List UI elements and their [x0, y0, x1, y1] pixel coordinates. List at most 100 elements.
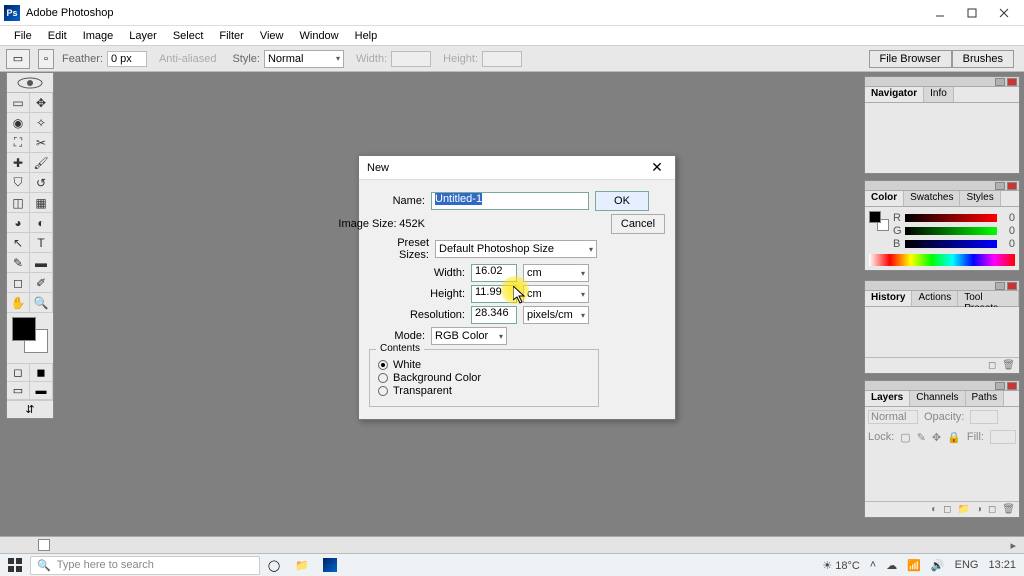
blend-mode-select[interactable]: Normal [868, 410, 918, 424]
gradient-tool[interactable]: ▦ [30, 193, 53, 213]
type-tool[interactable]: T [30, 233, 53, 253]
photoshop-task-icon[interactable] [322, 557, 338, 573]
fg-bg-swatch[interactable] [12, 317, 48, 353]
brush-tool[interactable]: 🖌 [30, 153, 53, 173]
radio-background-color[interactable]: Background Color [378, 372, 590, 384]
menu-edit[interactable]: Edit [40, 28, 75, 44]
eraser-tool[interactable]: ◫ [7, 193, 30, 213]
tab-file-browser[interactable]: File Browser [869, 50, 952, 68]
jump-to-imageready[interactable]: ⇵ [7, 400, 53, 418]
minimize-button[interactable] [924, 3, 956, 23]
spectrum-picker[interactable] [869, 254, 1015, 266]
b-slider[interactable] [905, 240, 997, 248]
new-selection-button[interactable]: ▫ [38, 49, 54, 69]
height-unit-select[interactable]: cm▾ [523, 285, 589, 303]
lock-all-icon[interactable]: 🔒 [947, 431, 961, 444]
zoom-tool[interactable]: 🔍 [30, 293, 53, 313]
resolution-unit-select[interactable]: pixels/cm▾ [523, 306, 589, 324]
selected-tool-preview[interactable]: ▭ [6, 49, 30, 69]
start-button[interactable] [0, 558, 30, 572]
pen-tool[interactable]: ✎ [7, 253, 30, 273]
menu-select[interactable]: Select [165, 28, 212, 44]
layer-style-icon[interactable]: ◐ [931, 504, 937, 515]
fill-input[interactable] [990, 430, 1016, 444]
menu-help[interactable]: Help [347, 28, 386, 44]
shape-tool[interactable]: ▬ [30, 253, 53, 273]
opacity-input[interactable] [970, 410, 998, 424]
menu-image[interactable]: Image [75, 28, 122, 44]
tab-paths[interactable]: Paths [966, 391, 1005, 406]
screen-mode-1[interactable]: ▭ [7, 382, 30, 400]
tab-swatches[interactable]: Swatches [904, 191, 960, 206]
resolution-input[interactable]: 28.346 [471, 306, 517, 324]
r-slider[interactable] [905, 214, 997, 222]
sound-icon[interactable]: 🔊 [931, 559, 945, 572]
language-indicator[interactable]: ENG [955, 559, 979, 571]
style-select[interactable]: Normal▾ [264, 50, 344, 68]
path-tool[interactable]: ↖ [7, 233, 30, 253]
clock[interactable]: 13:21 [988, 559, 1016, 571]
new-set-icon[interactable]: 📁 [957, 504, 969, 515]
ok-button[interactable]: OK [595, 191, 649, 211]
trash-icon[interactable]: 🗑 [1002, 504, 1015, 515]
palette-close-button[interactable] [1007, 282, 1017, 290]
screen-mode-2[interactable]: ▬ [30, 382, 53, 400]
tab-history[interactable]: History [865, 291, 912, 306]
weather-widget[interactable]: ☀ 18°C [822, 559, 860, 572]
layer-mask-icon[interactable]: ◻ [943, 504, 951, 515]
tab-tool-presets[interactable]: Tool Presets [958, 291, 1019, 306]
tab-info[interactable]: Info [924, 87, 954, 102]
standard-mode-button[interactable]: ◻ [7, 364, 30, 382]
height-input[interactable]: 11.99 [471, 285, 517, 303]
preset-select[interactable]: Default Photoshop Size▾ [435, 240, 597, 258]
new-layer-icon[interactable]: ◻ [988, 504, 996, 515]
palette-close-button[interactable] [1007, 78, 1017, 86]
radio-transparent[interactable]: Transparent [378, 385, 590, 397]
move-tool[interactable]: ✥ [30, 93, 53, 113]
tab-color[interactable]: Color [865, 191, 904, 206]
explorer-icon[interactable]: 📁 [294, 557, 310, 573]
menu-window[interactable]: Window [292, 28, 347, 44]
b-value[interactable]: 0 [1001, 238, 1015, 250]
g-value[interactable]: 0 [1001, 225, 1015, 237]
menu-layer[interactable]: Layer [121, 28, 165, 44]
tab-styles[interactable]: Styles [960, 191, 1000, 206]
palette-min-button[interactable] [995, 182, 1005, 190]
antialias-checkbox[interactable]: Anti-aliased [159, 53, 216, 65]
taskbar-search[interactable]: 🔍 Type here to search [30, 556, 260, 575]
history-brush-tool[interactable]: ↺ [30, 173, 53, 193]
lock-trans-icon[interactable]: ▢ [900, 431, 910, 444]
lock-move-icon[interactable]: ✥ [932, 431, 941, 444]
onedrive-icon[interactable]: ☁ [886, 559, 897, 572]
palette-close-button[interactable] [1007, 182, 1017, 190]
menu-file[interactable]: File [6, 28, 40, 44]
notes-tool[interactable]: ◻ [7, 273, 30, 293]
feather-input[interactable]: 0 px [107, 51, 147, 67]
fg-bg-mini-swatch[interactable] [869, 211, 889, 231]
new-snapshot-icon[interactable]: ◻ [988, 360, 996, 371]
adjustment-icon[interactable]: ◑ [976, 504, 982, 515]
wand-tool[interactable]: ✧ [30, 113, 53, 133]
palette-min-button[interactable] [995, 78, 1005, 86]
dodge-tool[interactable]: ◐ [30, 213, 53, 233]
menu-view[interactable]: View [252, 28, 292, 44]
dialog-close-button[interactable]: ✕ [647, 159, 667, 176]
tab-layers[interactable]: Layers [865, 391, 910, 406]
close-button[interactable] [988, 3, 1020, 23]
hand-tool[interactable]: ✋ [7, 293, 30, 313]
tab-brushes[interactable]: Brushes [952, 50, 1014, 68]
crop-tool[interactable]: ⛶ [7, 133, 30, 153]
width-unit-select[interactable]: cm▾ [523, 264, 589, 282]
eyedropper-tool[interactable]: ✐ [30, 273, 53, 293]
maximize-button[interactable] [956, 3, 988, 23]
stamp-tool[interactable]: ⛉ [7, 173, 30, 193]
g-slider[interactable] [905, 227, 997, 235]
quickmask-mode-button[interactable]: ◼ [30, 364, 53, 382]
wifi-icon[interactable]: 📶 [907, 559, 921, 572]
tab-actions[interactable]: Actions [912, 291, 958, 306]
tray-chevron-icon[interactable]: ˄ [870, 559, 876, 571]
trash-icon[interactable]: 🗑 [1002, 360, 1015, 371]
lock-paint-icon[interactable]: ✎ [917, 431, 926, 444]
slice-tool[interactable]: ✂ [30, 133, 53, 153]
heal-tool[interactable]: ✚ [7, 153, 30, 173]
